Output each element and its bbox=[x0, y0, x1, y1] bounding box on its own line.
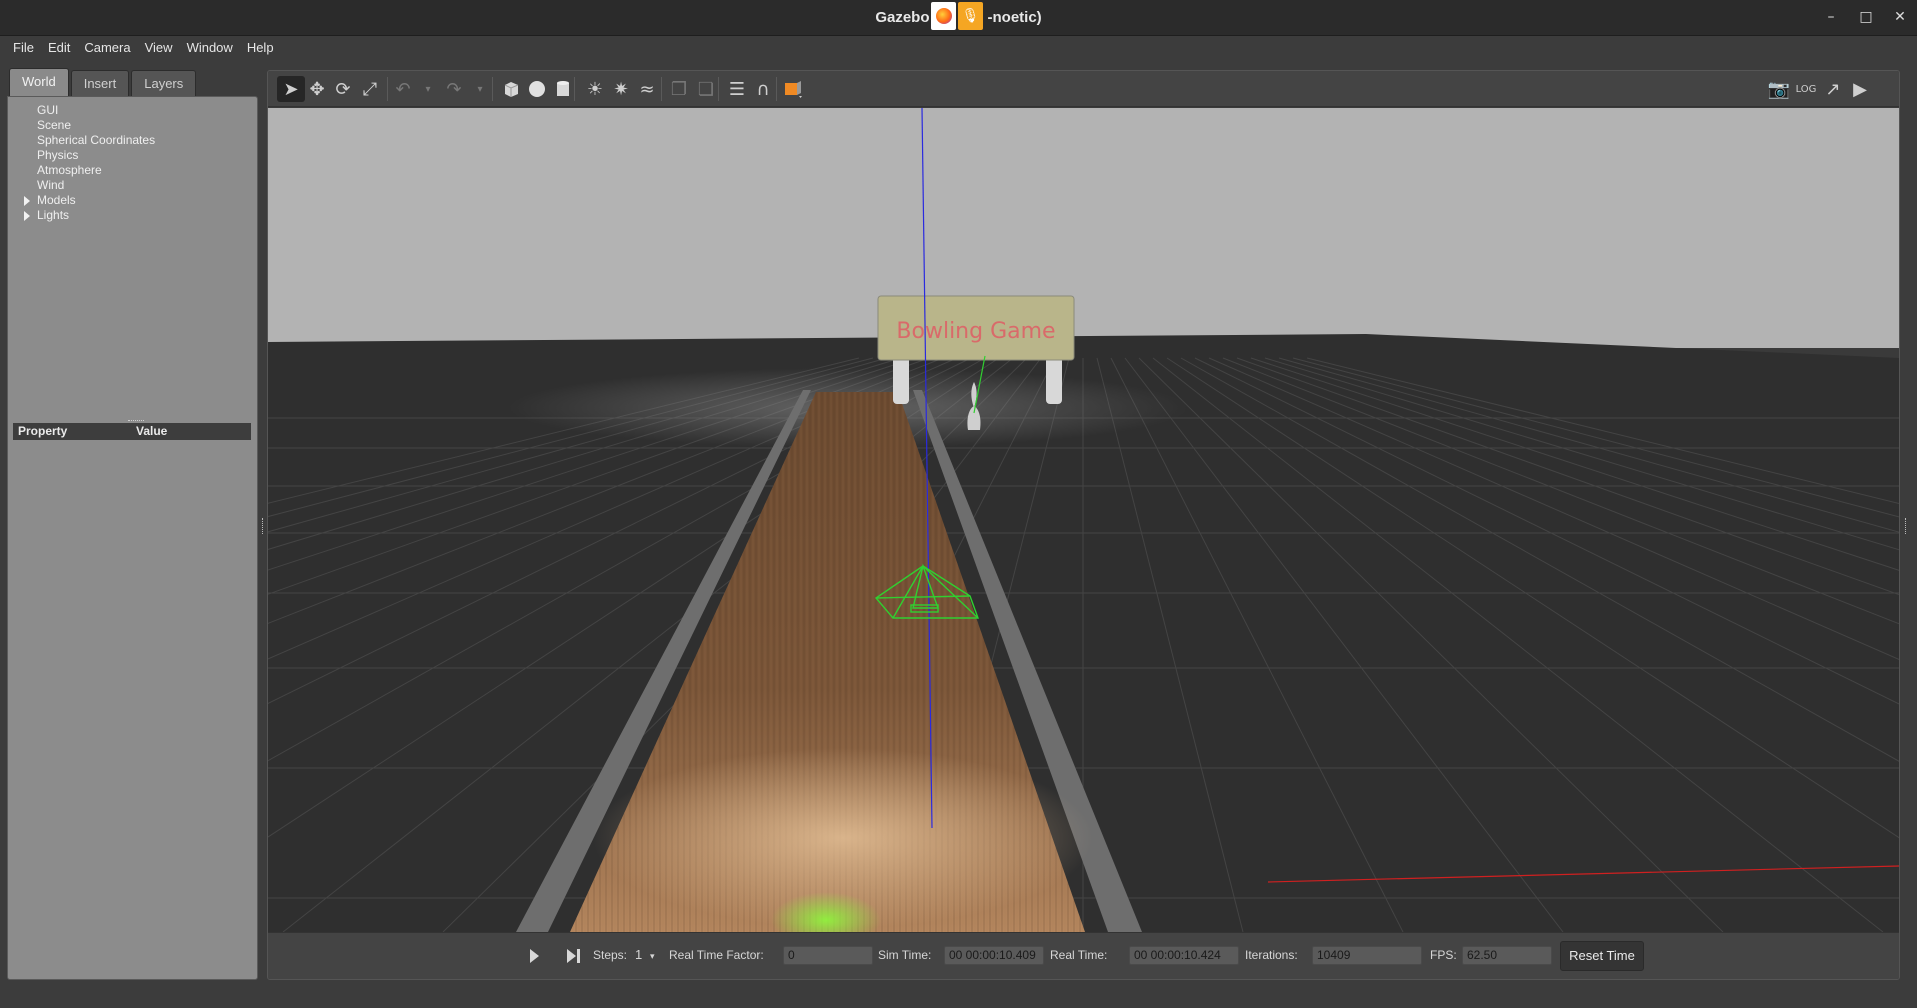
menu-edit[interactable]: Edit bbox=[41, 37, 77, 60]
tree-item-models[interactable]: Models bbox=[8, 193, 257, 208]
tree-item-scene[interactable]: Scene bbox=[8, 118, 257, 133]
fps-field[interactable]: 62.50 bbox=[1462, 946, 1552, 965]
menu-camera[interactable]: Camera bbox=[77, 37, 137, 60]
steps-chevron-icon[interactable]: ▾ bbox=[650, 951, 655, 962]
value-column-header[interactable]: Value bbox=[131, 423, 167, 440]
box-shape-icon[interactable] bbox=[497, 76, 525, 102]
sign-text: Bowling Game bbox=[896, 319, 1055, 344]
copy-icon[interactable]: ❐ bbox=[665, 76, 693, 102]
scene-toolbar: ➤ ✥ ⟳ ⤢ ↶ ▾ ↷ ▾ ☀ ✷ ≈ ❐ ❏ ☰ ∩ 📷 LOG ↗ ▶ bbox=[268, 71, 1899, 107]
fps-label: FPS: bbox=[1430, 948, 1457, 962]
sim-time-label: Sim Time: bbox=[878, 948, 932, 962]
menu-window[interactable]: Window bbox=[180, 37, 240, 60]
steps-value[interactable]: 1 bbox=[635, 947, 642, 962]
tree-item-label: Lights bbox=[37, 208, 70, 222]
left-splitter-grip[interactable] bbox=[262, 518, 265, 534]
tab-world[interactable]: World bbox=[9, 68, 69, 96]
log-icon[interactable]: LOG bbox=[1792, 76, 1820, 102]
iterations-field[interactable]: 10409 bbox=[1312, 946, 1422, 965]
left-panel-tabs: World Insert Layers bbox=[7, 68, 258, 96]
sim-time-field[interactable]: 00 00:00:10.409 bbox=[944, 946, 1044, 965]
property-table-header: Property Value bbox=[13, 423, 251, 440]
tree-item-label: Spherical Coordinates bbox=[37, 133, 156, 147]
window-title-bar: Gazebo -noetic) 🎙 – □ ✕ bbox=[0, 0, 1917, 36]
directional-light-icon[interactable]: ≈ bbox=[633, 76, 661, 102]
tree-item-wind[interactable]: Wind bbox=[8, 178, 257, 193]
real-time-field[interactable]: 00 00:00:10.424 bbox=[1129, 946, 1239, 965]
tab-insert[interactable]: Insert bbox=[70, 70, 130, 96]
real-time-factor-field[interactable]: 0 bbox=[783, 946, 873, 965]
property-column-header[interactable]: Property bbox=[13, 423, 131, 440]
scene-canvas[interactable]: Bowling Game bbox=[268, 108, 1899, 932]
steps-label: Steps: bbox=[593, 948, 628, 962]
menu-view[interactable]: View bbox=[138, 37, 180, 60]
tree-item-lights[interactable]: Lights bbox=[8, 208, 257, 223]
menu-bar: File Edit Camera View Window Help bbox=[0, 37, 1917, 60]
firefox-icon[interactable] bbox=[931, 2, 956, 30]
view-angle-icon[interactable] bbox=[780, 76, 808, 102]
window-title-text: Gazebo bbox=[875, 9, 930, 26]
sign-post-left bbox=[893, 356, 909, 404]
expand-arrow-icon[interactable] bbox=[24, 211, 30, 221]
menu-help[interactable]: Help bbox=[240, 37, 281, 60]
tree-item-label: Scene bbox=[37, 118, 72, 132]
tree-item-label: Physics bbox=[37, 148, 79, 162]
iterations-label: Iterations: bbox=[1245, 948, 1298, 962]
screenshot-camera-icon[interactable]: 📷 bbox=[1765, 76, 1793, 102]
point-light-icon[interactable]: ☀ bbox=[581, 76, 609, 102]
snap-magnet-icon[interactable]: ∩ bbox=[749, 76, 777, 102]
tree-item-physics[interactable]: Physics bbox=[8, 148, 257, 163]
tree-item-label: Wind bbox=[37, 178, 65, 192]
video-record-icon[interactable]: ▶ bbox=[1846, 76, 1874, 102]
rotate-icon[interactable]: ⟳ bbox=[329, 76, 357, 102]
real-time-factor-label: Real Time Factor: bbox=[669, 948, 764, 962]
real-time-label: Real Time: bbox=[1050, 948, 1108, 962]
select-arrow-icon[interactable]: ➤ bbox=[277, 76, 305, 102]
menu-file[interactable]: File bbox=[6, 37, 41, 60]
minimize-icon[interactable]: – bbox=[1821, 9, 1841, 25]
align-icon[interactable]: ☰ bbox=[723, 76, 751, 102]
translate-icon[interactable]: ✥ bbox=[303, 76, 331, 102]
tab-layers[interactable]: Layers bbox=[131, 70, 197, 96]
render-viewport-frame: ➤ ✥ ⟳ ⤢ ↶ ▾ ↷ ▾ ☀ ✷ ≈ ❐ ❏ ☰ ∩ 📷 LOG ↗ ▶ bbox=[267, 70, 1900, 980]
sphere-shape-icon[interactable] bbox=[523, 76, 551, 102]
tree-item-atmosphere[interactable]: Atmosphere bbox=[8, 163, 257, 178]
tree-item-label: Models bbox=[37, 193, 76, 207]
maximize-icon[interactable]: □ bbox=[1856, 9, 1876, 25]
world-tree: GUI Scene Spherical Coordinates Physics … bbox=[8, 103, 257, 223]
undo-history-chevron-icon[interactable]: ▾ bbox=[414, 76, 442, 102]
left-panel: World Insert Layers GUI Scene Spherical … bbox=[7, 68, 258, 980]
plot-icon[interactable]: ↗ bbox=[1819, 76, 1847, 102]
play-icon[interactable] bbox=[530, 949, 539, 963]
spot-light-icon[interactable]: ✷ bbox=[607, 76, 635, 102]
tree-item-spherical-coordinates[interactable]: Spherical Coordinates bbox=[8, 133, 257, 148]
world-panel: GUI Scene Spherical Coordinates Physics … bbox=[7, 96, 258, 980]
cylinder-shape-icon[interactable] bbox=[549, 76, 577, 102]
3d-scene-view[interactable]: Bowling Game bbox=[268, 108, 1899, 932]
scene-sky bbox=[268, 108, 1899, 348]
paste-icon[interactable]: ❏ bbox=[692, 76, 720, 102]
scale-icon[interactable]: ⤢ bbox=[356, 76, 384, 102]
title-overlay-icons: 🎙 bbox=[931, 2, 983, 30]
tree-item-label: Atmosphere bbox=[37, 163, 102, 177]
sign-post-right bbox=[1046, 356, 1062, 404]
expand-arrow-icon[interactable] bbox=[24, 196, 30, 206]
microphone-icon[interactable]: 🎙 bbox=[958, 2, 983, 30]
tree-item-label: GUI bbox=[37, 103, 59, 117]
window-title-suffix: -noetic) bbox=[987, 9, 1042, 26]
step-icon[interactable] bbox=[567, 949, 581, 964]
right-splitter-grip[interactable] bbox=[1905, 518, 1908, 534]
simulation-status-bar: Steps: 1 ▾ Real Time Factor: 0 Sim Time:… bbox=[268, 932, 1899, 979]
undo-icon[interactable]: ↶ bbox=[389, 76, 417, 102]
reset-time-button[interactable]: Reset Time bbox=[1560, 941, 1644, 971]
close-icon[interactable]: ✕ bbox=[1890, 9, 1910, 25]
redo-icon[interactable]: ↷ bbox=[440, 76, 468, 102]
tree-item-gui[interactable]: GUI bbox=[8, 103, 257, 118]
window-status-bar bbox=[0, 984, 1917, 1008]
redo-history-chevron-icon[interactable]: ▾ bbox=[466, 76, 494, 102]
